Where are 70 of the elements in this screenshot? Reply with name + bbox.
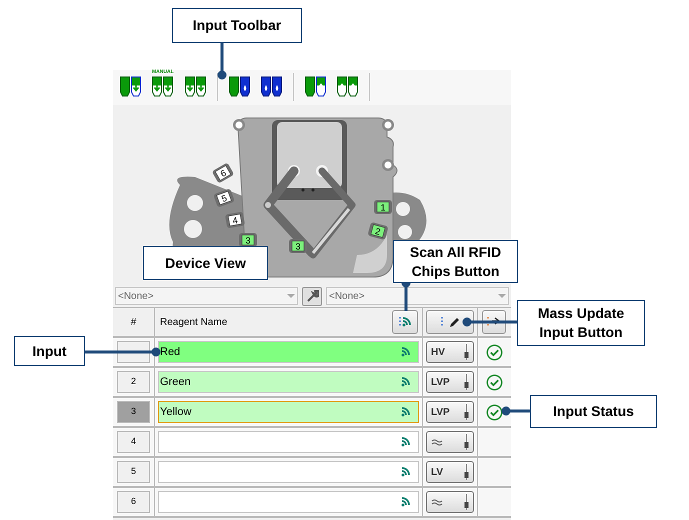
valve-type-button[interactable]: LVP <box>426 401 474 423</box>
slot-number: 2 <box>374 226 382 237</box>
mass-update-button[interactable] <box>426 310 474 334</box>
valve-type-button[interactable] <box>426 491 474 513</box>
status-check-icon <box>486 374 502 390</box>
leader-line <box>218 43 226 80</box>
reagent-input-field[interactable] <box>158 461 419 483</box>
slot-number: 5 <box>220 192 228 204</box>
dropdown-caret-icon <box>498 294 506 298</box>
slot-number: 3 <box>296 242 300 252</box>
callout-label: Device View <box>143 246 268 280</box>
cartridge-tool-button[interactable] <box>228 76 250 97</box>
valve-type-button[interactable]: HV <box>426 341 474 363</box>
rfid-signal-icon <box>399 316 411 328</box>
cartridge-pair-icon <box>336 76 358 97</box>
cartridge-pair-icon <box>120 76 141 97</box>
row-number[interactable]: 2 <box>117 371 150 393</box>
leader-line <box>462 318 517 326</box>
wave-icon <box>431 438 443 446</box>
slot-number: 6 <box>218 168 228 180</box>
arrow-icon <box>487 316 501 328</box>
cartridge-tool-button[interactable] <box>184 76 206 97</box>
cartridge-tool-button[interactable] <box>260 76 282 97</box>
row-number[interactable]: 4 <box>117 431 150 453</box>
cartridge-tool-button[interactable] <box>336 76 358 97</box>
column-header: Reagent Name <box>160 316 228 330</box>
slot-number: 4 <box>232 215 238 226</box>
edit-pencil-icon <box>441 316 459 328</box>
callout-label: Input Status <box>530 395 657 428</box>
cartridge-tool-button[interactable] <box>120 76 141 97</box>
status-check-icon <box>486 404 502 420</box>
cartridge-pair-icon <box>228 76 250 97</box>
reagent-input-field[interactable] <box>158 431 419 453</box>
slot-number: 3 <box>246 236 250 246</box>
valve-icon <box>464 464 469 480</box>
slot-number: 1 <box>380 202 386 212</box>
row-number[interactable]: 6 <box>117 491 150 513</box>
column-header: # <box>113 308 155 336</box>
valve-type-button[interactable] <box>426 431 474 453</box>
valve-icon <box>464 374 469 390</box>
valve-type-button[interactable]: LV <box>426 461 474 483</box>
scan-rfid-button[interactable] <box>392 310 418 334</box>
valve-icon <box>464 494 469 510</box>
cartridge-pair-icon <box>260 76 282 97</box>
wrench-icon <box>306 290 318 302</box>
dropdown-caret-icon <box>287 294 295 298</box>
wave-icon <box>431 498 443 506</box>
reagent-input-field[interactable] <box>158 491 419 513</box>
valve-icon <box>464 434 469 450</box>
cartridge-pair-icon <box>184 76 206 97</box>
reagent-select[interactable]: <None> <box>115 287 298 305</box>
cartridge-tool-button[interactable] <box>304 76 326 97</box>
reagent-input-field[interactable]: Red <box>158 341 419 363</box>
valve-icon <box>464 404 469 420</box>
valve-icon <box>464 344 469 360</box>
callout-label: Input <box>14 336 85 366</box>
leader-line <box>502 406 530 416</box>
reagent-input-field[interactable]: Yellow <box>158 401 419 423</box>
cartridge-pair-icon <box>152 76 174 97</box>
reagent-input-field[interactable]: Green <box>158 371 419 393</box>
row-number[interactable]: 3 <box>117 401 150 423</box>
status-check-icon <box>486 344 502 360</box>
valve-type-button[interactable]: LVP <box>426 371 474 393</box>
row-number[interactable]: 5 <box>117 461 150 483</box>
callout-label: Input Toolbar <box>172 8 302 43</box>
wrench-button[interactable] <box>302 286 322 306</box>
reagent-select[interactable]: <None> <box>326 287 509 305</box>
callout-label: Mass Update Input Button <box>517 300 645 346</box>
cartridge-pair-icon <box>304 76 326 97</box>
callout-label: Scan All RFID Chips Button <box>393 240 518 283</box>
